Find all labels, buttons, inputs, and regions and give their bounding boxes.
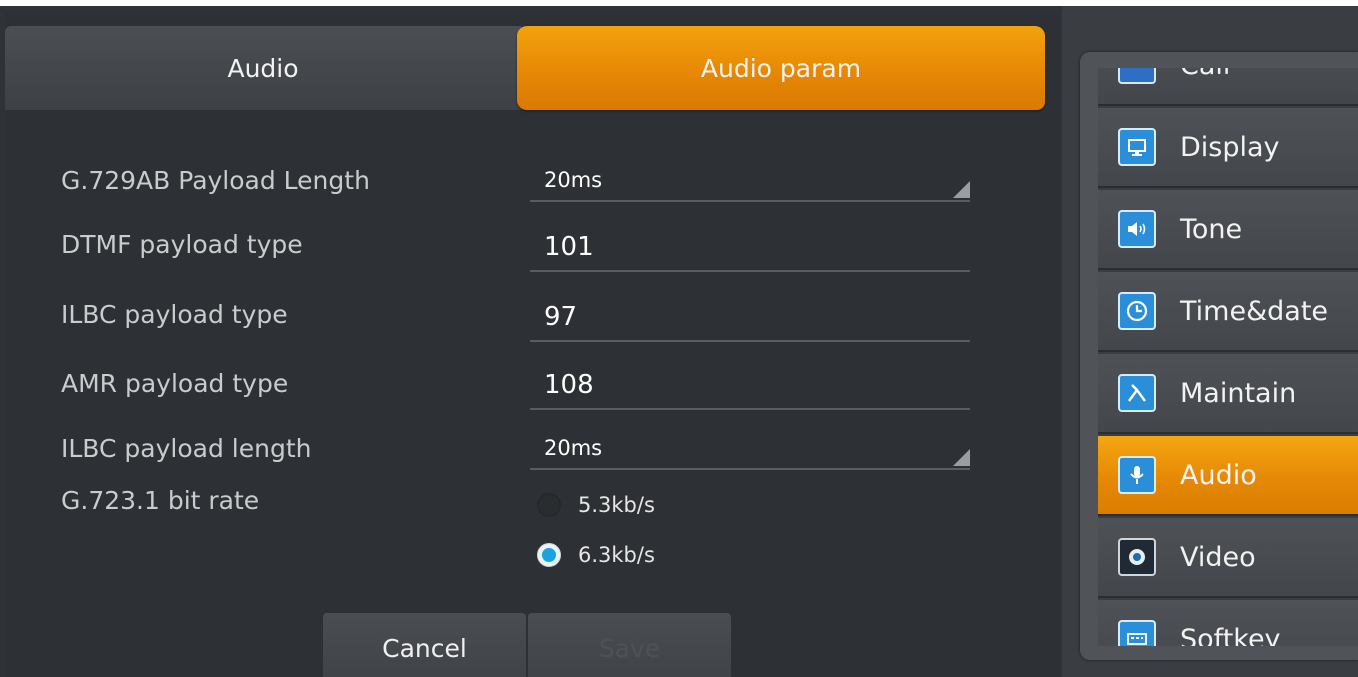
- radio-checked-icon[interactable]: [537, 543, 561, 567]
- settings-panel: [5, 12, 1059, 677]
- save-button[interactable]: Save: [528, 613, 731, 677]
- tools-icon: [1118, 374, 1156, 412]
- screen: Audio Audio param G.729AB Payload Length…: [0, 6, 1358, 677]
- ilbc-payload-type-value: 97: [544, 302, 578, 332]
- keyboard-icon: [1118, 620, 1156, 646]
- sidebar-item-label: Maintain: [1180, 377, 1297, 409]
- sidebar-item-display[interactable]: Display: [1098, 108, 1358, 188]
- sidebar-list[interactable]: Call Display Tone Time&date: [1098, 68, 1358, 646]
- sidebar-item-label: Video: [1180, 541, 1256, 573]
- sidebar-item-label: Softkey: [1180, 623, 1281, 647]
- g729-payload-length-select[interactable]: 20ms: [530, 156, 970, 202]
- sidebar-item-label: Audio: [1180, 459, 1257, 491]
- sidebar-item-maintain[interactable]: Maintain: [1098, 354, 1358, 434]
- camera-icon: [1118, 538, 1156, 576]
- monitor-icon: [1118, 128, 1156, 166]
- g729-payload-length-label: G.729AB Payload Length: [61, 166, 370, 195]
- radio-unchecked-icon[interactable]: [537, 493, 561, 517]
- cancel-button[interactable]: Cancel: [323, 613, 526, 677]
- sidebar-item-video[interactable]: Video: [1098, 518, 1358, 598]
- bit-rate-option-label: 6.3kb/s: [578, 543, 655, 567]
- tab-audio-param[interactable]: Audio param: [517, 26, 1045, 110]
- sidebar-item-call[interactable]: Call: [1098, 68, 1358, 106]
- bit-rate-option-label: 5.3kb/s: [578, 493, 655, 517]
- amr-payload-type-label: AMR payload type: [61, 369, 289, 398]
- bit-rate-option-5-3[interactable]: 5.3kb/s: [537, 493, 655, 517]
- amr-payload-type-input[interactable]: 108: [530, 356, 970, 410]
- g729-payload-length-value: 20ms: [544, 168, 603, 192]
- dtmf-payload-type-label: DTMF payload type: [61, 230, 303, 259]
- tab-audio-param-label: Audio param: [700, 53, 862, 83]
- tab-audio-label: Audio: [227, 53, 299, 83]
- dropdown-arrow-icon: [953, 449, 970, 466]
- bit-rate-option-6-3[interactable]: 6.3kb/s: [537, 543, 655, 567]
- ilbc-payload-type-label: ILBC payload type: [61, 300, 288, 329]
- ilbc-payload-length-value: 20ms: [544, 436, 603, 460]
- ilbc-payload-length-label: ILBC payload length: [61, 434, 312, 463]
- sidebar-item-label: Display: [1180, 131, 1280, 163]
- dropdown-arrow-icon: [953, 181, 970, 198]
- sidebar-item-audio[interactable]: Audio: [1098, 436, 1358, 516]
- cancel-button-label: Cancel: [382, 633, 467, 663]
- sidebar-item-label: Time&date: [1180, 295, 1329, 327]
- ilbc-payload-length-select[interactable]: 20ms: [530, 424, 970, 470]
- clock-icon: [1118, 292, 1156, 330]
- sidebar-item-label: Call: [1180, 68, 1230, 81]
- ilbc-payload-type-input[interactable]: 97: [530, 288, 970, 342]
- dtmf-payload-type-value: 101: [544, 232, 594, 262]
- sidebar-item-time-date[interactable]: Time&date: [1098, 272, 1358, 352]
- sidebar-item-softkey[interactable]: Softkey: [1098, 600, 1358, 646]
- save-button-label: Save: [598, 633, 661, 663]
- settings-sidebar[interactable]: Call Display Tone Time&date: [1080, 52, 1358, 660]
- sidebar-item-tone[interactable]: Tone: [1098, 190, 1358, 270]
- dtmf-payload-type-input[interactable]: 101: [530, 218, 970, 272]
- tab-audio[interactable]: Audio: [5, 26, 521, 110]
- call-icon: [1118, 68, 1156, 84]
- amr-payload-type-value: 108: [544, 370, 594, 400]
- sidebar-item-label: Tone: [1180, 213, 1243, 245]
- speaker-icon: [1118, 210, 1156, 248]
- g7231-bit-rate-label: G.723.1 bit rate: [61, 486, 260, 515]
- microphone-icon: [1118, 456, 1156, 494]
